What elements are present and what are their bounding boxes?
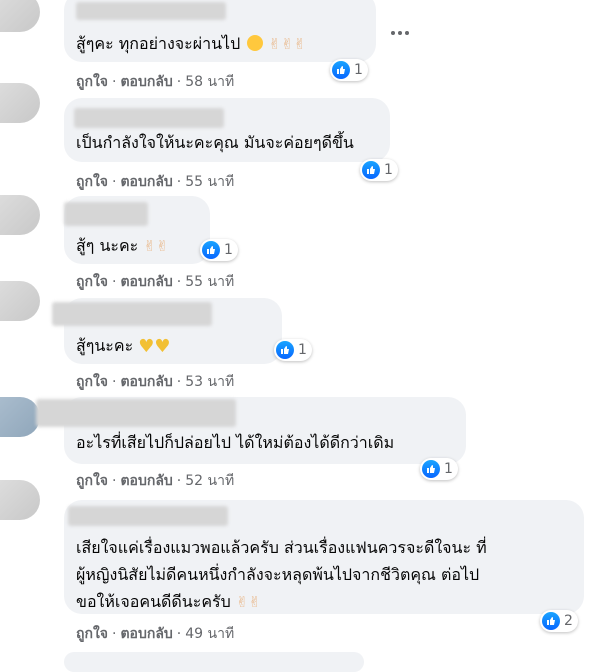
like-thumb-icon <box>332 61 350 79</box>
like-thumb-icon <box>422 460 440 478</box>
comment-bubble: เป็นกำลังใจให้นะคะคุณ มันจะค่อยๆดีขึ้น <box>64 98 390 162</box>
smile-emoji-icon <box>247 35 264 51</box>
comment-text: เป็นกำลังใจให้นะคะคุณ มันจะค่อยๆดีขึ้น <box>76 133 354 152</box>
comment-line: ผู้หญิงนิสัยไม่ดีคนหนึ่งกำลังจะหลุดพ้นไป… <box>76 565 480 584</box>
like-link[interactable]: ถูกใจ <box>76 274 108 290</box>
comment-actions: ถูกใจ · ตอบกลับ · 49 นาที <box>76 626 235 642</box>
like-link[interactable]: ถูกใจ <box>76 473 108 489</box>
avatar[interactable] <box>0 195 40 235</box>
yellow-heart-emoji-icon: ♥♥ <box>138 336 171 357</box>
comment-actions: ถูกใจ · ตอบกลับ · 55 นาที <box>76 274 235 290</box>
like-thumb-icon <box>542 612 560 630</box>
comment-bubble: สู้ๆ นะคะ ✌✌ <box>64 196 210 264</box>
like-link[interactable]: ถูกใจ <box>76 174 108 190</box>
reaction-count[interactable]: 1 <box>200 239 238 261</box>
avatar[interactable] <box>0 0 40 32</box>
timestamp[interactable]: 58 นาที <box>185 74 234 90</box>
reaction-count[interactable]: 2 <box>540 610 578 632</box>
commenter-name-redacted <box>76 2 226 20</box>
reaction-count[interactable]: 1 <box>274 339 312 361</box>
commenter-name-redacted <box>36 399 236 427</box>
like-thumb-icon <box>276 341 294 359</box>
comment-bubble: เสียใจแค่เรื่องแมวพอแล้วครับ ส่วนเรื่องแ… <box>64 500 584 614</box>
peace-emoji-icon: ✌✌✌ <box>268 35 307 53</box>
like-link[interactable]: ถูกใจ <box>76 626 108 642</box>
comment-text: สู้ๆนะคะ ♥♥ <box>76 331 171 361</box>
reply-link[interactable]: ตอบกลับ <box>120 626 172 642</box>
comment-text: สู้ๆ นะคะ ✌✌ <box>76 231 169 261</box>
commenter-name-redacted <box>52 302 212 326</box>
timestamp[interactable]: 53 นาที <box>185 374 234 390</box>
like-link[interactable]: ถูกใจ <box>76 74 108 90</box>
comment-text: สู้ๆคะ ทุกอย่างจะผ่านไป ✌✌✌ <box>76 29 306 59</box>
peace-emoji-icon: ✌✌ <box>143 237 169 255</box>
timestamp[interactable]: 52 นาที <box>185 473 234 489</box>
comment-bubble-partial <box>64 652 364 672</box>
like-thumb-icon <box>362 161 380 179</box>
reply-link[interactable]: ตอบกลับ <box>120 374 172 390</box>
avatar[interactable] <box>0 83 40 123</box>
comment-actions: ถูกใจ · ตอบกลับ · 52 นาที <box>76 473 235 489</box>
like-thumb-icon <box>202 241 220 259</box>
avatar[interactable] <box>0 397 40 437</box>
timestamp[interactable]: 55 นาที <box>185 174 234 190</box>
reply-link[interactable]: ตอบกลับ <box>120 174 172 190</box>
comment-line: ขอให้เจอคนดีดีนะครับ <box>76 592 231 611</box>
comment-actions: ถูกใจ · ตอบกลับ · 53 นาที <box>76 374 235 390</box>
peace-emoji-icon: ✌✌ <box>235 593 261 611</box>
reply-link[interactable]: ตอบกลับ <box>120 473 172 489</box>
comment-bubble: สู้ๆนะคะ ♥♥ <box>52 298 282 364</box>
reaction-count[interactable]: 1 <box>330 59 368 81</box>
avatar[interactable] <box>0 281 40 321</box>
comment-bubble: อะไรที่เสียไปก็ปล่อยไป ได้ใหม่ต้องได้ดีก… <box>36 397 466 464</box>
comment-bubble: สู้ๆคะ ทุกอย่างจะผ่านไป ✌✌✌ <box>64 0 376 62</box>
more-options-icon[interactable] <box>391 28 413 38</box>
comment-actions: ถูกใจ · ตอบกลับ · 58 นาที <box>76 74 235 90</box>
commenter-name-redacted <box>74 108 224 128</box>
comment-line: เสียใจแค่เรื่องแมวพอแล้วครับ ส่วนเรื่องแ… <box>76 538 487 557</box>
reply-link[interactable]: ตอบกลับ <box>120 74 172 90</box>
like-link[interactable]: ถูกใจ <box>76 374 108 390</box>
avatar[interactable] <box>0 480 40 520</box>
reaction-count[interactable]: 1 <box>420 458 458 480</box>
commenter-name-redacted <box>64 202 148 226</box>
commenter-name-redacted <box>68 506 228 526</box>
timestamp[interactable]: 49 นาที <box>185 626 234 642</box>
comment-actions: ถูกใจ · ตอบกลับ · 55 นาที <box>76 174 235 190</box>
reply-link[interactable]: ตอบกลับ <box>120 274 172 290</box>
comment-text: อะไรที่เสียไปก็ปล่อยไป ได้ใหม่ต้องได้ดีก… <box>76 433 395 452</box>
timestamp[interactable]: 55 นาที <box>185 274 234 290</box>
comment-text: เสียใจแค่เรื่องแมวพอแล้วครับ ส่วนเรื่องแ… <box>76 534 487 616</box>
reaction-count[interactable]: 1 <box>360 159 398 181</box>
